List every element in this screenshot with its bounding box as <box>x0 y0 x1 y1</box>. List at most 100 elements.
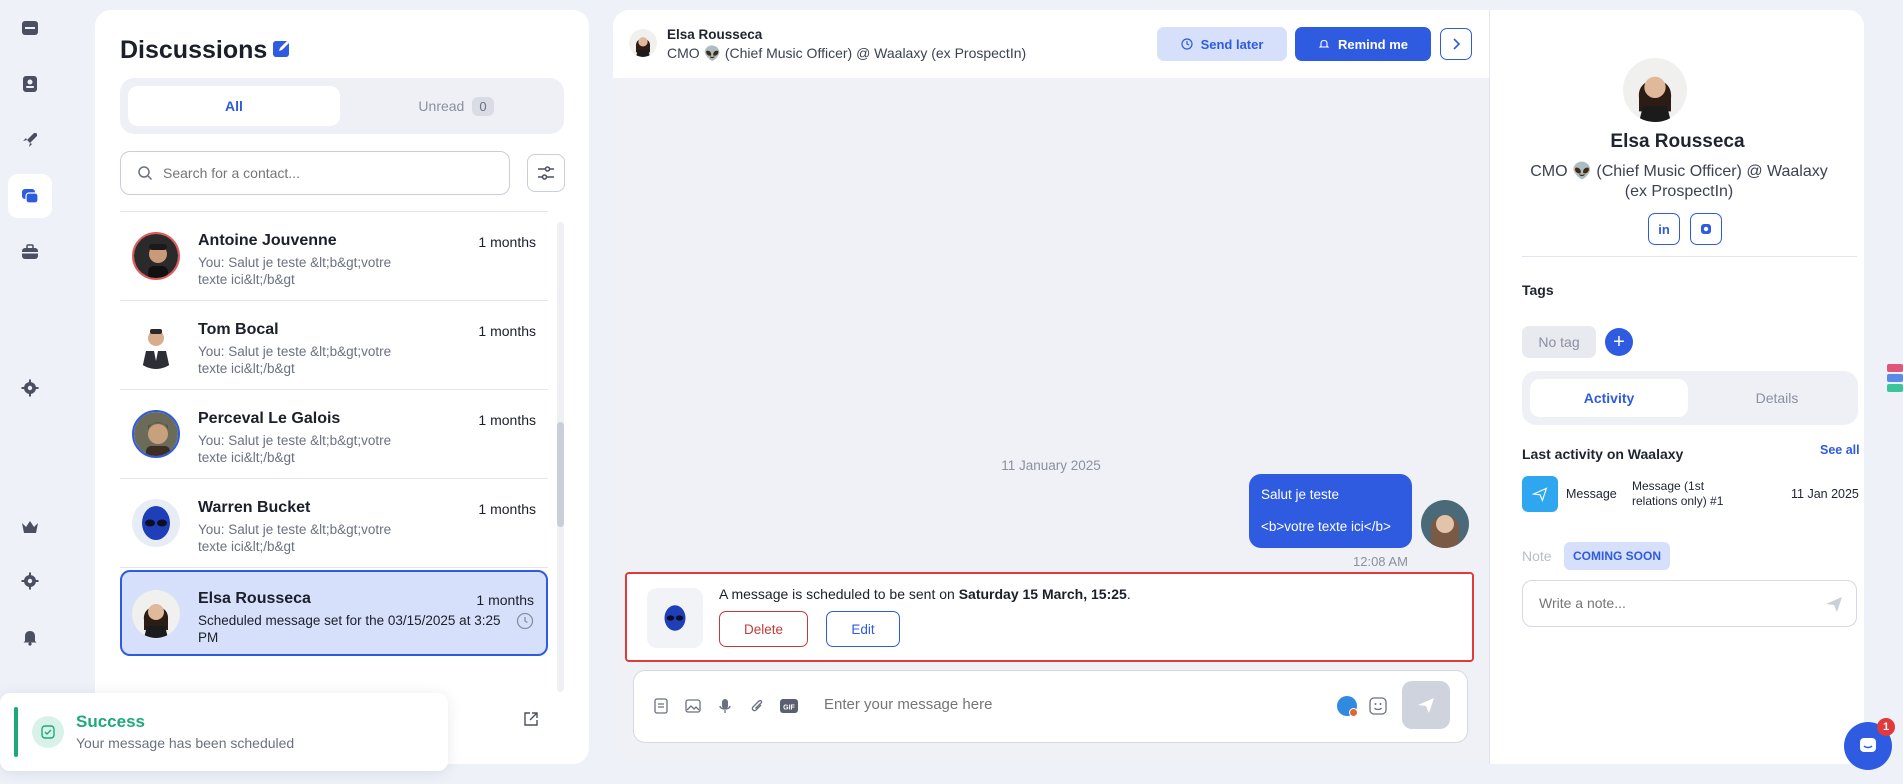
send-icon[interactable] <box>1824 594 1844 614</box>
notifications-nav-button[interactable] <box>8 615 52 659</box>
message-preview: You: Salut je teste &lt;b&gt;votre texte… <box>198 522 392 554</box>
profile-tabs: Activity Details <box>1522 371 1858 425</box>
see-all-link[interactable]: See all <box>1820 443 1860 457</box>
account-settings-nav-button[interactable] <box>8 559 52 603</box>
composer-toolbar: GIF <box>650 695 800 717</box>
template-icon[interactable] <box>650 695 672 717</box>
filter-button[interactable] <box>527 154 565 192</box>
discussion-list: Antoine Jouvenne 1 months You: Salut je … <box>120 211 548 656</box>
remind-me-button[interactable]: Remind me <box>1295 27 1431 61</box>
dashboard-nav-button[interactable] <box>8 6 52 50</box>
edit-button[interactable]: Edit <box>826 611 900 647</box>
message-timestamp: 12:08 AM <box>1353 554 1408 569</box>
contact-profile-panel: Elsa Rousseca CMO 👽 (Chief Music Officer… <box>1489 10 1864 764</box>
message-input[interactable] <box>824 696 1304 713</box>
activity-date: 11 Jan 2025 <box>1791 487 1859 501</box>
external-link-icon[interactable] <box>522 710 540 728</box>
tab-activity[interactable]: Activity <box>1530 379 1688 417</box>
contact-name: Perceval Le Galois <box>198 410 341 427</box>
tools-nav-button[interactable] <box>8 230 52 274</box>
alien-icon <box>647 588 703 648</box>
contact-name: Elsa Rousseca <box>667 27 763 42</box>
search-input[interactable] <box>163 165 483 181</box>
list-item[interactable]: Perceval Le Galois 1 months You: Salut j… <box>120 390 548 479</box>
instagram-icon <box>1701 224 1711 234</box>
emoji-icon[interactable] <box>1368 696 1388 716</box>
contact-name: Elsa Rousseca <box>198 590 311 607</box>
inbox-nav-button[interactable] <box>8 174 52 218</box>
message-line: <b>votre texte ici</b> <box>1261 519 1391 534</box>
microphone-icon[interactable] <box>714 695 736 717</box>
unread-count-badge: 0 <box>472 96 494 116</box>
image-icon[interactable] <box>682 695 704 717</box>
scheduled-date: Saturday 15 March, 15:25 <box>958 586 1127 602</box>
linkedin-button[interactable]: in <box>1648 213 1680 245</box>
contact-time: 1 months <box>476 592 534 608</box>
list-scrollbar[interactable] <box>557 222 564 692</box>
tab-details[interactable]: Details <box>1702 379 1852 417</box>
note-input[interactable] <box>1539 595 1799 611</box>
premium-nav-button[interactable] <box>8 505 52 549</box>
attachment-icon[interactable] <box>746 695 768 717</box>
edit-icon[interactable] <box>272 38 292 58</box>
settings-nav-button[interactable] <box>8 366 52 410</box>
discussions-title: Discussions <box>120 36 268 64</box>
conversation-panel: Elsa Rousseca CMO 👽 (Chief Music Officer… <box>613 10 1489 764</box>
coming-soon-badge: COMING SOON <box>1564 542 1671 570</box>
send-later-button[interactable]: Send later <box>1157 27 1287 61</box>
activity-description: Message (1st relations only) #1 <box>1632 479 1724 508</box>
tab-unread-label: Unread <box>418 98 465 114</box>
avatar <box>132 232 180 280</box>
contact-name: Warren Bucket <box>198 499 311 516</box>
gif-icon[interactable]: GIF <box>778 695 800 717</box>
avatar <box>1421 500 1469 548</box>
campaigns-nav-button[interactable] <box>8 118 52 162</box>
message-preview: You: Salut je teste &lt;b&gt;votre texte… <box>198 344 392 376</box>
discussions-panel: Discussions All Unread 0 Antoine Jouvenn… <box>95 10 589 764</box>
extension-flag-icon[interactable] <box>1884 362 1903 396</box>
instagram-button[interactable] <box>1690 213 1722 245</box>
contact-name: Tom Bocal <box>198 321 279 338</box>
list-item[interactable]: Tom Bocal 1 months You: Salut je teste &… <box>120 301 548 390</box>
add-tag-button[interactable]: + <box>1605 328 1633 356</box>
toast-title: Success <box>76 712 145 731</box>
chat-icon <box>1860 738 1876 752</box>
avatar <box>132 590 180 638</box>
left-rail <box>0 0 60 784</box>
sliders-icon <box>538 166 554 180</box>
toast-accent-bar <box>14 707 18 757</box>
contacts-icon <box>23 76 37 92</box>
toggle-profile-button[interactable] <box>1440 28 1472 60</box>
send-later-label: Send later <box>1200 36 1264 52</box>
plus-icon: + <box>1613 330 1625 353</box>
contacts-nav-button[interactable] <box>8 62 52 106</box>
list-item[interactable]: Warren Bucket 1 months You: Salut je tes… <box>120 479 548 568</box>
note-box <box>1522 580 1857 627</box>
list-item[interactable]: Antoine Jouvenne 1 months You: Salut je … <box>120 212 548 301</box>
briefcase-icon <box>22 244 38 259</box>
support-chat-button[interactable]: 1 <box>1844 718 1895 770</box>
delete-button[interactable]: Delete <box>719 611 808 647</box>
send-button[interactable] <box>1402 681 1450 729</box>
verified-status-icon[interactable] <box>1337 696 1358 717</box>
send-icon <box>1522 476 1558 512</box>
scheduled-message-card: A message is scheduled to be sent on Sat… <box>625 572 1474 662</box>
scrollbar-thumb[interactable] <box>557 422 564 527</box>
discussion-filter-tabs: All Unread 0 <box>120 78 564 134</box>
chevron-right-icon <box>1453 38 1461 50</box>
avatar <box>629 29 657 57</box>
scheduled-message-text: A message is scheduled to be sent on Sat… <box>719 586 1131 602</box>
tab-all[interactable]: All <box>128 86 340 126</box>
scheduled-text-prefix: A message is scheduled to be sent on <box>719 586 959 602</box>
alien-icon <box>142 506 170 540</box>
tab-unread[interactable]: Unread 0 <box>356 86 556 126</box>
sent-message-bubble: Salut je teste <b>votre texte ici</b> <box>1249 474 1412 548</box>
bell-icon <box>1318 39 1330 48</box>
avatar <box>1623 58 1687 122</box>
last-activity-heading: Last activity on Waalaxy <box>1522 446 1684 462</box>
gear-icon <box>21 379 39 397</box>
linkedin-icon: in <box>1658 221 1670 237</box>
list-item-selected[interactable]: Elsa Rousseca 1 months Scheduled message… <box>120 570 548 656</box>
tags-heading: Tags <box>1522 282 1554 298</box>
avatar <box>132 410 180 458</box>
